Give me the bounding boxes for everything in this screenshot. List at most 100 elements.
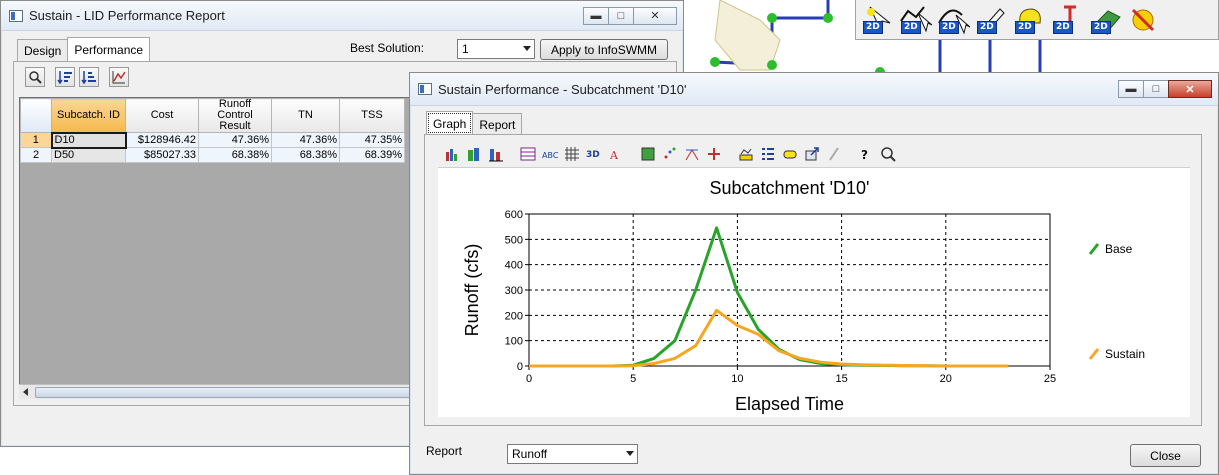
cell-tn[interactable]: 68.38% xyxy=(271,147,340,163)
col-tss[interactable]: TSS xyxy=(339,98,405,133)
y-tick-label: 400 xyxy=(505,260,523,272)
map-toolbar: 2D 2D 2D 2D 2D 2D 2D xyxy=(855,0,1219,40)
grid-lines-icon[interactable] xyxy=(562,144,582,164)
best-solution-label: Best Solution: xyxy=(350,41,425,55)
col-tn[interactable]: TN xyxy=(271,98,340,133)
table-row[interactable]: 1 D10 $128946.42 47.36% 47.36% 47.35% xyxy=(20,131,405,149)
performance-titlebar[interactable]: Sustain Performance - Subcatchment 'D10'… xyxy=(410,73,1218,106)
best-solution-select[interactable]: 1 xyxy=(457,39,535,59)
cell-runoff[interactable]: 47.36% xyxy=(198,132,272,148)
cell-id[interactable]: D10 xyxy=(50,131,127,149)
tab-report[interactable]: Report xyxy=(472,113,523,135)
col-cost[interactable]: Cost xyxy=(125,98,199,133)
y-tick-label: 300 xyxy=(505,285,523,297)
sort-descending-icon[interactable] xyxy=(79,67,99,87)
zoom-icon[interactable] xyxy=(25,67,45,87)
cell-id[interactable]: D50 xyxy=(51,147,126,163)
tab-graph[interactable]: Graph xyxy=(426,111,474,135)
cell-tn[interactable]: 47.36% xyxy=(271,132,340,148)
maximize-button[interactable]: □ xyxy=(1143,80,1169,98)
performance-window: Sustain Performance - Subcatchment 'D10'… xyxy=(409,72,1219,475)
svg-text:ABC: ABC xyxy=(542,151,559,160)
tab-performance[interactable]: Performance xyxy=(67,37,151,61)
cell-cost[interactable]: $85027.33 xyxy=(125,147,199,163)
color-2d-icon[interactable]: 2D xyxy=(1012,3,1046,37)
window-title: Sustain Performance - Subcatchment 'D10' xyxy=(438,81,687,97)
lid-tabs: Design Performance xyxy=(17,37,151,61)
report-type-select[interactable]: Runoff xyxy=(507,444,638,464)
cell-tss[interactable]: 47.35% xyxy=(339,132,405,148)
export-icon[interactable] xyxy=(802,144,822,164)
edit-2d-icon[interactable]: 2D xyxy=(974,3,1008,37)
scroll-left-icon[interactable] xyxy=(23,388,28,396)
close-button[interactable]: Close xyxy=(1130,444,1201,467)
svg-text:?: ? xyxy=(861,148,868,162)
table-row[interactable]: 2 D50 $85027.33 68.38% 68.38% 68.39% xyxy=(20,147,405,163)
data-table-icon[interactable] xyxy=(518,144,538,164)
height-2d-icon[interactable]: 2D xyxy=(1050,3,1084,37)
maximize-button[interactable]: □ xyxy=(608,6,634,25)
3d-bar-icon[interactable] xyxy=(464,144,484,164)
app-icon xyxy=(418,83,432,95)
font-icon[interactable]: A xyxy=(606,144,626,164)
chevron-down-icon xyxy=(626,451,634,456)
chart-title: Subcatchment 'D10' xyxy=(710,178,870,198)
link-2d-icon[interactable]: 2D xyxy=(936,3,970,37)
delete-icon[interactable] xyxy=(1126,3,1160,37)
x-tick-label: 25 xyxy=(1044,373,1056,385)
title-icon[interactable] xyxy=(736,144,756,164)
scatter-icon[interactable] xyxy=(660,144,680,164)
col-subcatch-id[interactable]: Subcatch. ID xyxy=(51,98,126,133)
x-tick-label: 0 xyxy=(526,373,532,385)
svg-text:A: A xyxy=(609,149,619,162)
close-button[interactable]: ✕ xyxy=(633,6,677,25)
legend-swatch-base xyxy=(1088,243,1100,255)
cell-runoff[interactable]: 68.38% xyxy=(198,147,272,163)
abc-text-icon[interactable]: ABC xyxy=(540,144,560,164)
performance-tabs: Graph Report xyxy=(426,111,523,135)
minimize-button[interactable]: ▬ xyxy=(583,6,609,25)
zoom-icon[interactable] xyxy=(878,144,898,164)
svg-text:3D: 3D xyxy=(586,150,600,160)
x-tick-label: 5 xyxy=(630,373,636,385)
col-runoff-control[interactable]: Runoff Control Result xyxy=(198,98,272,133)
series-line-base xyxy=(529,226,1009,368)
point-icon[interactable] xyxy=(704,144,724,164)
stacked-bar-icon[interactable] xyxy=(486,144,506,164)
help-icon[interactable]: ? xyxy=(856,144,876,164)
bar-chart-icon[interactable] xyxy=(442,144,462,164)
select-subarea-2d-icon[interactable]: 2D xyxy=(860,3,894,37)
cell-tss[interactable]: 68.39% xyxy=(339,147,405,163)
chart-area[interactable]: Subcatchment 'D10' 0 5 10 15 20 25 0 100 200 300 40… xyxy=(438,167,1190,417)
sort-ascending-icon[interactable] xyxy=(55,67,75,87)
terrain-2d-icon[interactable]: 2D xyxy=(1088,3,1122,37)
x-axis-label: Elapsed Time xyxy=(735,394,844,414)
label-icon[interactable] xyxy=(780,144,800,164)
best-solution-value: 1 xyxy=(462,42,469,56)
y-tick-label: 500 xyxy=(505,234,523,246)
report-label: Report xyxy=(426,444,463,458)
chevron-down-icon xyxy=(523,46,531,51)
pen-icon[interactable] xyxy=(824,144,844,164)
apply-to-infoswmm-button[interactable]: Apply to InfoSWMM xyxy=(540,39,668,60)
y-tick-label: 600 xyxy=(505,209,523,221)
minimize-button[interactable]: ▬ xyxy=(1118,80,1144,98)
legend-label-base: Base xyxy=(1105,242,1133,256)
x-tick-label: 10 xyxy=(731,373,743,385)
pattern-icon[interactable] xyxy=(638,144,658,164)
cell-cost[interactable]: $128946.42 xyxy=(125,132,199,148)
graph-icon[interactable] xyxy=(109,67,129,87)
3d-view-icon[interactable]: 3D xyxy=(584,144,604,164)
close-button[interactable]: ✕ xyxy=(1168,80,1212,98)
node-2d-icon[interactable]: 2D xyxy=(898,3,932,37)
x-tick-label: 15 xyxy=(835,373,847,385)
legend-icon[interactable] xyxy=(758,144,778,164)
scrollbar-thumb[interactable] xyxy=(35,387,425,398)
axis-icon[interactable] xyxy=(682,144,702,164)
grid-corner[interactable] xyxy=(20,98,52,133)
lid-report-titlebar[interactable]: Sustain - LID Performance Report ▬ □ ✕ xyxy=(1,1,683,31)
y-tick-label: 100 xyxy=(505,336,523,348)
window-title: Sustain - LID Performance Report xyxy=(29,8,225,23)
chart-toolbar: ABC 3D A ? xyxy=(438,141,1190,167)
tab-design[interactable]: Design xyxy=(17,39,69,61)
